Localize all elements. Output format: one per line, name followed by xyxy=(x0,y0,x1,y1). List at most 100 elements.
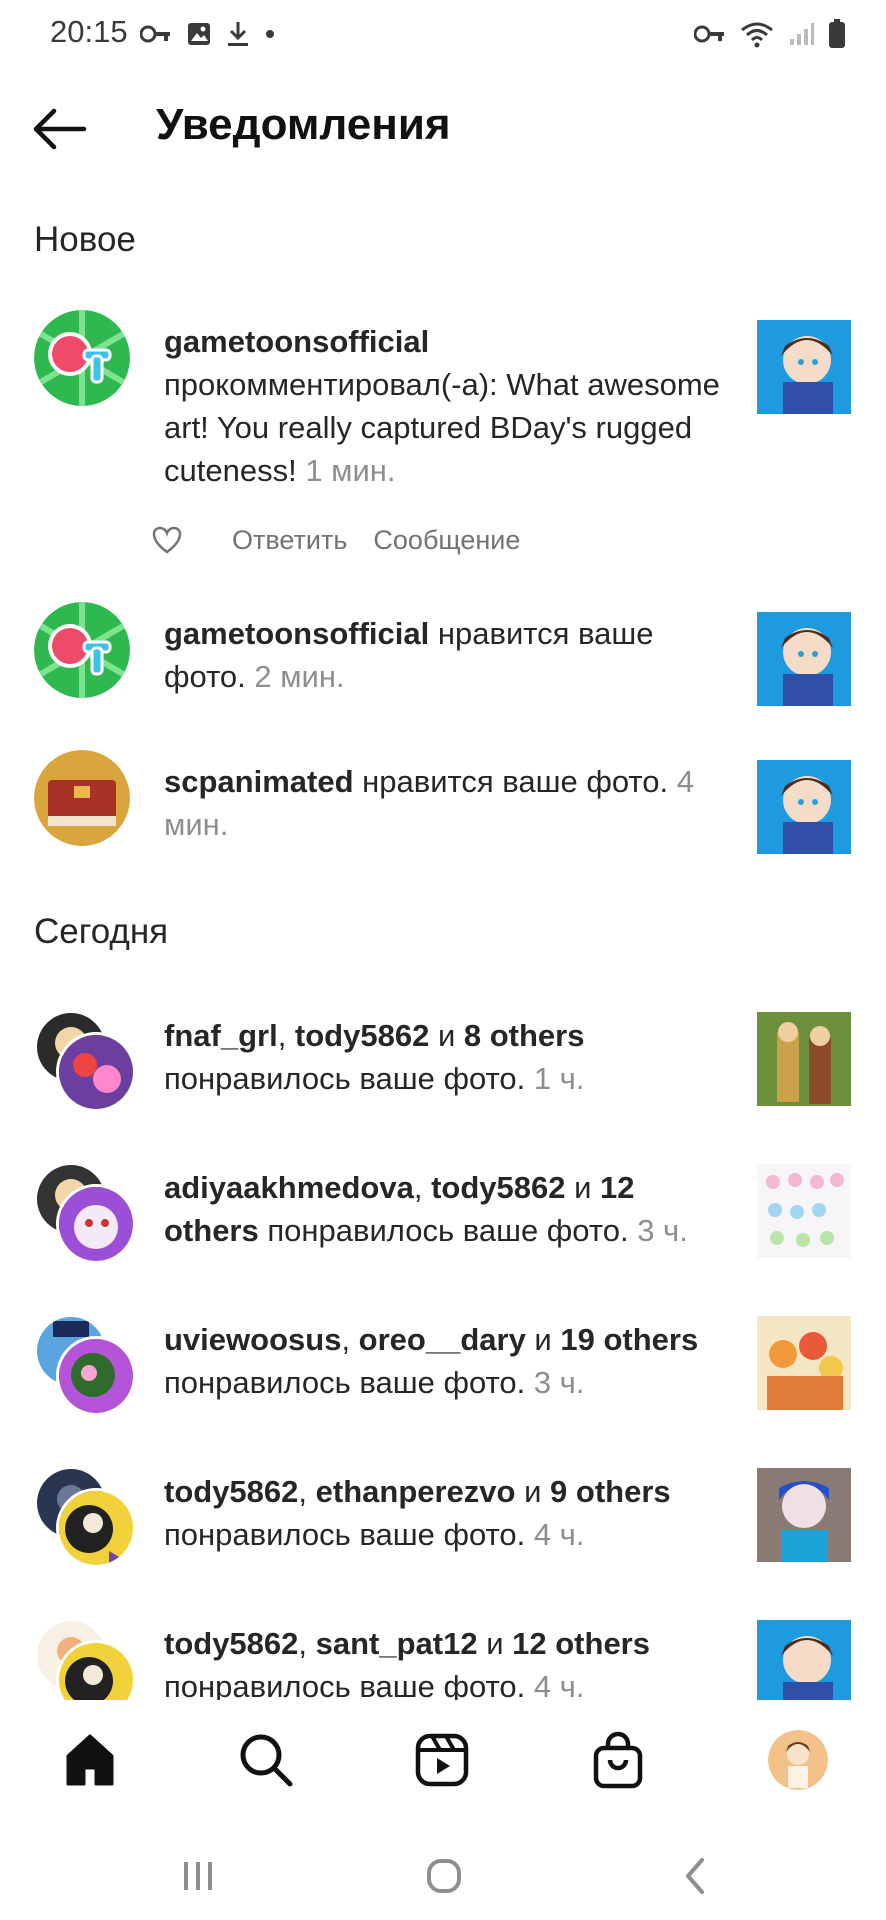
search-icon[interactable] xyxy=(236,1730,296,1790)
others-count[interactable]: 12 others xyxy=(512,1626,650,1661)
avatar[interactable] xyxy=(34,750,130,846)
notification-action: понравилось ваше фото. xyxy=(164,1517,526,1552)
notification-action: понравилось ваше фото. xyxy=(164,1669,526,1700)
avatar[interactable] xyxy=(34,310,130,406)
avatar-stack[interactable] xyxy=(34,1466,136,1568)
avatar[interactable] xyxy=(34,602,130,698)
post-thumbnail[interactable] xyxy=(757,760,851,854)
username[interactable]: adiyaakhmedova xyxy=(164,1170,414,1205)
header: Уведомления xyxy=(0,88,886,168)
notification-group-like[interactable]: fnaf_grl, tody5862 и 8 others понравилос… xyxy=(0,1010,886,1112)
notification-action: прокомментировал(-а): What awesome art! … xyxy=(164,367,720,488)
conjunction: и xyxy=(565,1170,601,1205)
avatar-stack[interactable] xyxy=(34,1618,136,1700)
avatar xyxy=(56,1032,136,1112)
username[interactable]: fnaf_grl xyxy=(164,1018,278,1053)
shop-icon[interactable] xyxy=(588,1730,648,1790)
notification-text[interactable]: gametoonsofficial нравится ваше фото. 2 … xyxy=(164,612,724,698)
back-arrow-icon[interactable] xyxy=(30,106,88,152)
username[interactable]: tody5862 xyxy=(295,1018,429,1053)
notification-text[interactable]: tody5862, ethanperezvo и 9 others понрав… xyxy=(164,1470,724,1556)
notification-action: понравилось ваше фото. xyxy=(258,1213,629,1248)
username[interactable]: sant_pat12 xyxy=(316,1626,478,1661)
notification-action: понравилось ваше фото. xyxy=(164,1365,526,1400)
notification-time: 1 мин. xyxy=(296,453,396,488)
notification-like[interactable]: scpanimated нравится ваше фото. 4 мин. xyxy=(0,750,886,854)
notification-text[interactable]: gametoonsofficial прокомментировал(-а): … xyxy=(164,320,724,492)
post-thumbnail[interactable] xyxy=(757,1164,851,1258)
post-thumbnail[interactable] xyxy=(757,612,851,706)
recents-icon[interactable] xyxy=(180,1858,216,1894)
username[interactable]: tody5862 xyxy=(431,1170,565,1205)
message-button[interactable]: Сообщение xyxy=(373,525,520,556)
notification-time: 2 мин. xyxy=(245,659,345,694)
battery-icon xyxy=(829,19,845,48)
key-icon xyxy=(140,25,170,43)
status-right-icons xyxy=(694,18,846,50)
notification-text[interactable]: adiyaakhmedova, tody5862 и 12 others пон… xyxy=(164,1166,724,1252)
separator: , xyxy=(298,1626,316,1661)
notification-text[interactable]: tody5862, sant_pat12 и 12 others понрави… xyxy=(164,1622,724,1700)
page-title: Уведомления xyxy=(156,100,451,149)
profile-avatar[interactable] xyxy=(768,1730,828,1790)
avatar xyxy=(56,1184,136,1264)
username[interactable]: uviewoosus xyxy=(164,1322,341,1357)
reply-button[interactable]: Ответить xyxy=(232,525,347,556)
download-icon xyxy=(228,22,248,46)
post-thumbnail[interactable] xyxy=(757,1316,851,1410)
username[interactable]: ethanperezvo xyxy=(316,1474,516,1509)
username[interactable]: scpanimated xyxy=(164,764,354,799)
conjunction: и xyxy=(477,1626,513,1661)
notification-action: понравилось ваше фото. xyxy=(164,1061,526,1096)
status-bar: 20:15 xyxy=(0,0,886,66)
back-icon[interactable] xyxy=(680,1856,710,1896)
notification-comment[interactable]: gametoonsofficial прокомментировал(-а): … xyxy=(0,310,886,570)
avatar-stack[interactable] xyxy=(34,1314,136,1416)
notification-action: нравится ваше фото. xyxy=(353,764,669,799)
notification-text[interactable]: fnaf_grl, tody5862 и 8 others понравилос… xyxy=(164,1014,724,1100)
notification-time: 3 ч. xyxy=(628,1213,688,1248)
conjunction: и xyxy=(429,1018,464,1053)
dot-icon xyxy=(266,30,274,38)
others-count[interactable]: 9 others xyxy=(550,1474,671,1509)
username[interactable]: oreo__dary xyxy=(359,1322,526,1357)
notification-time: 4 ч. xyxy=(525,1669,585,1700)
username[interactable]: tody5862 xyxy=(164,1626,298,1661)
avatar xyxy=(56,1488,136,1568)
notification-group-like[interactable]: uviewoosus, oreo__dary и 19 others понра… xyxy=(0,1314,886,1416)
post-thumbnail[interactable] xyxy=(757,320,851,414)
separator: , xyxy=(277,1018,295,1053)
username[interactable]: tody5862 xyxy=(164,1474,298,1509)
notification-group-like[interactable]: tody5862, ethanperezvo и 9 others понрав… xyxy=(0,1466,886,1568)
key-icon xyxy=(694,25,724,43)
avatar-stack[interactable] xyxy=(34,1010,136,1112)
notification-time: 3 ч. xyxy=(525,1365,585,1400)
reels-icon[interactable] xyxy=(412,1730,472,1790)
username[interactable]: gametoonsofficial xyxy=(164,324,429,359)
avatar-stack[interactable] xyxy=(34,1162,136,1264)
status-time: 20:15 xyxy=(50,14,128,49)
home-icon[interactable] xyxy=(60,1730,120,1790)
conjunction: и xyxy=(525,1322,561,1357)
notification-group-like[interactable]: tody5862, sant_pat12 и 12 others понрави… xyxy=(0,1618,886,1700)
conjunction: и xyxy=(515,1474,551,1509)
others-count[interactable]: 8 others xyxy=(464,1018,585,1053)
home-circle-icon[interactable] xyxy=(424,1856,464,1896)
avatar xyxy=(56,1336,136,1416)
post-thumbnail[interactable] xyxy=(757,1620,851,1700)
comment-actions: Ответить Сообщение xyxy=(152,520,546,560)
separator: , xyxy=(341,1322,359,1357)
notification-text[interactable]: uviewoosus, oreo__dary и 19 others понра… xyxy=(164,1318,724,1404)
separator: , xyxy=(413,1170,432,1205)
section-today-title: Сегодня xyxy=(34,912,169,951)
notification-like[interactable]: gametoonsofficial нравится ваше фото. 2 … xyxy=(0,602,886,706)
post-thumbnail[interactable] xyxy=(757,1468,851,1562)
username[interactable]: gametoonsofficial xyxy=(164,616,429,651)
notification-time: 4 ч. xyxy=(525,1517,585,1552)
notification-group-like[interactable]: adiyaakhmedova, tody5862 и 12 others пон… xyxy=(0,1162,886,1264)
heart-icon[interactable] xyxy=(152,526,182,554)
notification-text[interactable]: scpanimated нравится ваше фото. 4 мин. xyxy=(164,760,724,846)
post-thumbnail[interactable] xyxy=(757,1012,851,1106)
image-icon xyxy=(188,23,210,45)
others-count[interactable]: 19 others xyxy=(560,1322,698,1357)
